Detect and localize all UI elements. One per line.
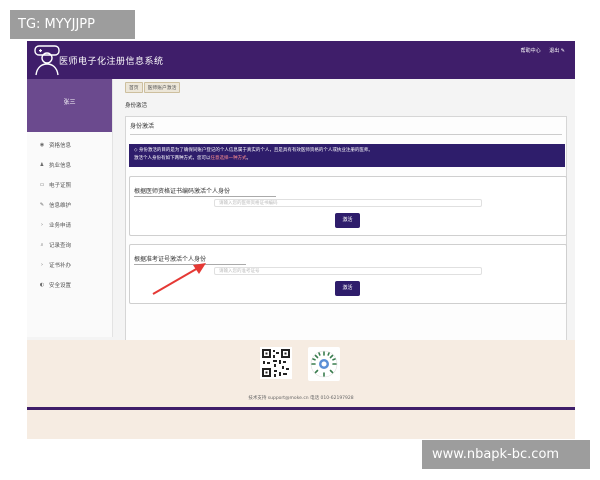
id-card-icon: ▭ bbox=[39, 182, 45, 188]
page-title: 身份激活 bbox=[125, 103, 148, 109]
sidebar-item-label: 业务申请 bbox=[49, 223, 72, 229]
top-header: 医师电子化注册信息系统 帮助中心 退出 ✎ bbox=[27, 41, 575, 79]
divider bbox=[134, 196, 276, 197]
breadcrumb-account-activation[interactable]: 医师账户激活 bbox=[143, 82, 181, 93]
user-group-icon: ♟ bbox=[39, 162, 45, 168]
screenshot-frame: 医师电子化注册信息系统 帮助中心 退出 ✎ 张三 ◉ 资格信息 ♟ 执业信息 ▭ 电子… bbox=[27, 41, 575, 439]
info-icon: ◉ bbox=[39, 142, 45, 148]
footer-bar bbox=[27, 407, 575, 410]
exam-activation-title: 根据准考证号激活个人身份 bbox=[134, 256, 207, 263]
sidebar-item-e-license[interactable]: ▭ 电子证照 bbox=[27, 175, 112, 195]
notice-line-1: ◇ 身份激活的目的是为了确保同账户登记的个人信息属于真实的个人，且是具有有效医师… bbox=[134, 148, 373, 153]
watermark-bottom-right: www.nbapk-bc.com bbox=[422, 440, 590, 469]
sidebar-item-label: 电子证照 bbox=[49, 183, 72, 189]
notice-text-end: 。 bbox=[246, 156, 252, 161]
sidebar-item-practice[interactable]: ♟ 执业信息 bbox=[27, 155, 112, 175]
divider bbox=[134, 264, 246, 265]
exam-number-input[interactable]: 请输入您的准考证号 bbox=[214, 267, 482, 275]
doctor-logo-icon bbox=[34, 45, 60, 76]
app-title: 医师电子化注册信息系统 bbox=[59, 57, 164, 67]
cert-number-input[interactable]: 请输入您的医师资格证书编码 bbox=[214, 199, 482, 207]
divider bbox=[130, 134, 562, 135]
sidebar-item-certificate-reissue[interactable]: › 证书补办 bbox=[27, 255, 112, 275]
chevron-right-icon: › bbox=[41, 222, 43, 228]
sidebar-item-label: 执业信息 bbox=[49, 163, 72, 169]
exam-activate-button[interactable]: 激活 bbox=[335, 281, 360, 296]
header-links: 帮助中心 退出 ✎ bbox=[514, 47, 565, 54]
search-icon: ⌕ bbox=[40, 242, 44, 248]
user-name: 张三 bbox=[63, 99, 76, 106]
chevron-right-icon: › bbox=[41, 262, 43, 268]
qr-code-icon bbox=[260, 347, 292, 379]
notice-line-2: 激活个人身份有如下两种方式，您可以任意选择一种方式。 bbox=[134, 155, 251, 162]
cert-activation-title: 根据医师资格证书编码激活个人身份 bbox=[134, 188, 231, 195]
sidebar-item-security-settings[interactable]: ◐ 安全设置 bbox=[27, 275, 112, 295]
sidebar-item-label: 记录查询 bbox=[49, 243, 72, 249]
exam-activation-box: 根据准考证号激活个人身份 请输入您的准考证号 激活 bbox=[129, 244, 567, 304]
identity-activation-panel: 身份激活 ◇ 身份激活的目的是为了确保同账户登记的个人信息属于真实的个人，且是具… bbox=[125, 116, 567, 344]
footer: 技术支持 support@moke.cn 电话 010-62197928 bbox=[27, 340, 575, 439]
sidebar-item-info-maintenance[interactable]: ✎ 信息维护 bbox=[27, 195, 112, 215]
breadcrumb: 首页 医师账户激活 bbox=[125, 82, 181, 93]
watermark-top-left: TG: MYYJJPP bbox=[10, 10, 135, 39]
sidebar-item-record-query[interactable]: ⌕ 记录查询 bbox=[27, 235, 112, 255]
contact-info: 技术支持 support@moke.cn 电话 010-62197928 bbox=[248, 396, 354, 401]
sidebar: 张三 ◉ 资格信息 ♟ 执业信息 ▭ 电子证照 ✎ 信息维护 › 业务申请 ⌕ 记录查询 ›… bbox=[27, 79, 113, 337]
breadcrumb-home[interactable]: 首页 bbox=[125, 82, 143, 93]
settings-icon: ◐ bbox=[39, 282, 45, 288]
sidebar-item-label: 证书补办 bbox=[49, 263, 72, 269]
edit-icon: ✎ bbox=[39, 202, 45, 208]
logout-link[interactable]: 退出 ✎ bbox=[549, 48, 565, 54]
notice-highlight: 任意选择一种方式 bbox=[210, 156, 247, 161]
cert-activate-button[interactable]: 激活 bbox=[335, 213, 360, 228]
mini-program-code-icon bbox=[308, 347, 340, 381]
cert-activation-box: 根据医师资格证书编码激活个人身份 请输入您的医师资格证书编码 激活 bbox=[129, 176, 567, 236]
user-profile: 张三 bbox=[27, 79, 112, 132]
sidebar-item-label: 资格信息 bbox=[49, 143, 72, 149]
sidebar-item-business-application[interactable]: › 业务申请 bbox=[27, 215, 112, 235]
panel-title: 身份激活 bbox=[130, 123, 155, 130]
sidebar-item-qualification[interactable]: ◉ 资格信息 bbox=[27, 135, 112, 155]
activation-notice: ◇ 身份激活的目的是为了确保同账户登记的个人信息属于真实的个人，且是具有有效医师… bbox=[129, 144, 565, 167]
help-center-link[interactable]: 帮助中心 bbox=[521, 48, 541, 54]
sidebar-item-label: 信息维护 bbox=[49, 203, 72, 209]
sidebar-item-label: 安全设置 bbox=[49, 283, 72, 289]
notice-text: 激活个人身份有如下两种方式，您可以 bbox=[134, 156, 211, 161]
